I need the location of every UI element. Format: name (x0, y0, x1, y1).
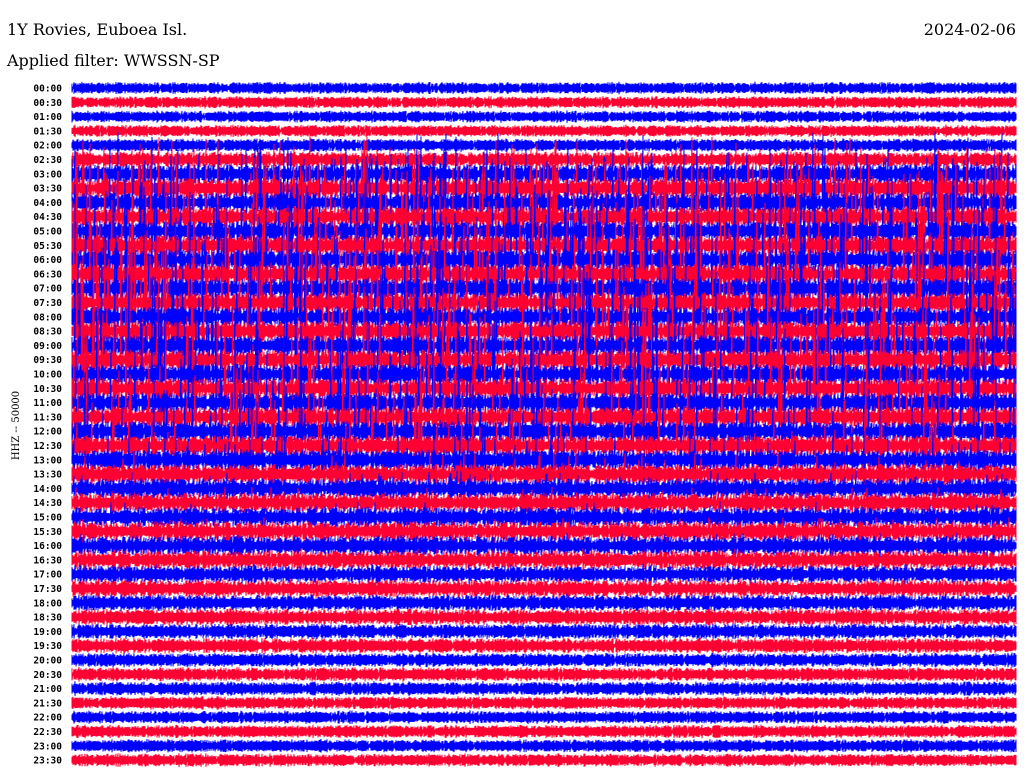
time-label: 14:00 (33, 484, 62, 495)
time-label: 05:00 (33, 227, 62, 238)
time-label: 13:30 (33, 470, 62, 481)
time-label: 04:00 (33, 198, 62, 209)
time-label: 16:00 (33, 541, 62, 552)
time-label: 07:30 (33, 298, 62, 309)
trace-1900 (71, 623, 1017, 640)
trace-2130 (71, 695, 1017, 710)
time-label: 13:00 (33, 455, 62, 466)
time-label: 04:30 (33, 212, 62, 223)
time-label: 09:30 (33, 355, 62, 366)
time-label: 17:00 (33, 570, 62, 581)
time-label: 21:00 (33, 684, 62, 695)
time-label: 22:30 (33, 727, 62, 738)
time-label: 10:30 (33, 384, 62, 395)
time-label: 14:30 (33, 498, 62, 509)
time-label: 01:00 (33, 112, 62, 123)
time-label: 11:30 (33, 412, 62, 423)
trace-2330 (71, 753, 1017, 767)
time-label: 12:30 (33, 441, 62, 452)
time-label: 12:00 (33, 427, 62, 438)
time-label: 17:30 (33, 584, 62, 595)
trace-1830 (71, 608, 1017, 626)
trace-1800 (71, 593, 1017, 612)
time-label: 18:00 (33, 598, 62, 609)
time-label: 06:00 (33, 255, 62, 266)
time-label: 19:00 (33, 627, 62, 638)
trace-2030 (71, 666, 1017, 682)
time-label: 08:30 (33, 327, 62, 338)
trace-1930 (71, 637, 1017, 654)
helicorder-plot: 00:00 00:30 01:00 01:30 02:00 02:30 03:00 03:30… (33, 81, 1017, 767)
trace-0200 (71, 138, 1017, 153)
trace-0130 (71, 124, 1017, 138)
time-label: 03:00 (33, 169, 62, 180)
time-label: 22:00 (33, 713, 62, 724)
trace-0000 (71, 81, 1017, 95)
trace-2100 (71, 681, 1017, 697)
time-label: 02:00 (33, 141, 62, 152)
trace-0100 (71, 110, 1017, 123)
trace-2230 (71, 724, 1017, 739)
trace-2200 (71, 710, 1017, 725)
time-label: 01:30 (33, 126, 62, 137)
time-label: 11:00 (33, 398, 62, 409)
time-label: 15:00 (33, 513, 62, 524)
time-label: 00:30 (33, 98, 62, 109)
time-label: 23:30 (33, 756, 62, 767)
trace-2000 (71, 652, 1017, 668)
time-label: 06:30 (33, 269, 62, 280)
time-label: 08:00 (33, 312, 62, 323)
time-label: 10:00 (33, 370, 62, 381)
time-label: 20:00 (33, 656, 62, 667)
time-label: 02:30 (33, 155, 62, 166)
time-label: 00:00 (33, 84, 62, 95)
time-label: 19:30 (33, 641, 62, 652)
time-label: 15:30 (33, 527, 62, 538)
time-label: 16:30 (33, 555, 62, 566)
time-label: 23:00 (33, 741, 62, 752)
trace-2300 (71, 738, 1017, 753)
time-label: 03:30 (33, 184, 62, 195)
time-label: 21:30 (33, 698, 62, 709)
time-label: 20:30 (33, 670, 62, 681)
time-label: 09:00 (33, 341, 62, 352)
time-label: 07:00 (33, 284, 62, 295)
time-label: 05:30 (33, 241, 62, 252)
time-label: 18:30 (33, 613, 62, 624)
trace-0030 (71, 96, 1017, 109)
